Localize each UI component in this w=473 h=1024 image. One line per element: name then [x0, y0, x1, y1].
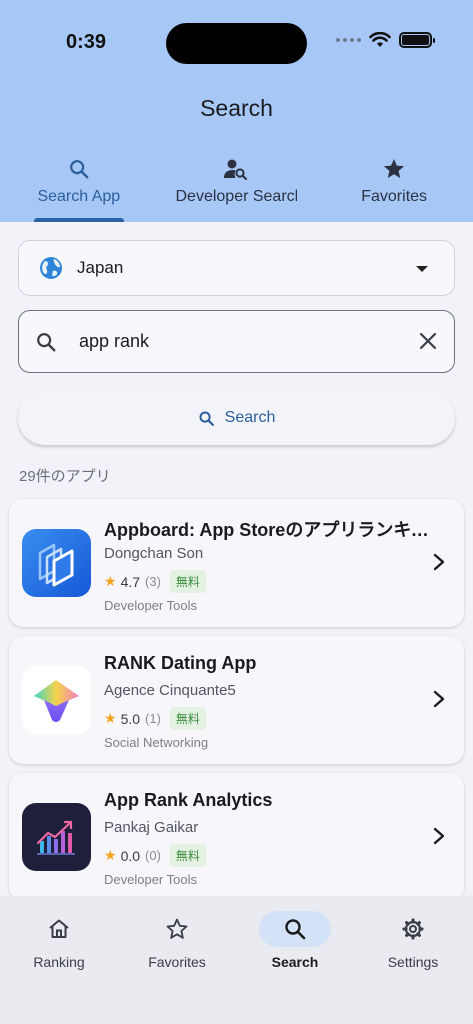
rating-value: 5.0 — [120, 710, 141, 727]
active-tab-indicator — [34, 218, 124, 222]
rating-star-icon: ★ — [104, 847, 117, 863]
search-input[interactable] — [79, 331, 399, 352]
page-title: Search — [200, 95, 273, 121]
app-rating: ★ 5.0 (1) 無料 — [104, 707, 206, 730]
app-category: Developer Tools — [104, 872, 197, 887]
app-name: RANK Dating App — [104, 653, 257, 673]
search-button-label: Search — [224, 409, 276, 426]
nav-settings[interactable]: Settings — [354, 911, 472, 970]
app-category: Social Networking — [104, 735, 209, 750]
chevron-right-icon — [433, 690, 445, 708]
nav-label: Ranking — [33, 954, 85, 970]
tab-bar: Search App Developer Search Favorites — [0, 150, 473, 222]
person-search-icon — [224, 159, 248, 180]
app-name: App Rank Analytics — [104, 790, 273, 810]
tab-search-app[interactable]: Search App — [0, 150, 158, 222]
app-developer: Pankaj Gaikar — [104, 819, 199, 836]
tab-favorites[interactable]: Favorites — [315, 150, 473, 222]
rating-star-icon: ★ — [104, 573, 117, 589]
result-count: 29件のアプリ — [19, 468, 111, 485]
app-developer: Agence Cinquante5 — [104, 682, 236, 699]
price-badge: 無料 — [169, 570, 206, 593]
bottom-nav: Ranking Favorites Search Settings — [0, 896, 473, 1024]
app-name: Appboard: App Storeのアプリランキング — [104, 520, 434, 540]
rating-count: (1) — [145, 711, 161, 726]
dropdown-arrow-icon — [416, 266, 428, 272]
chevron-right-icon — [433, 553, 445, 571]
search-icon — [69, 160, 89, 179]
nav-ranking[interactable]: Ranking — [0, 911, 118, 970]
rating-value: 4.7 — [120, 573, 141, 590]
rating-count: (0) — [145, 848, 161, 863]
rating-count: (3) — [145, 574, 161, 589]
dynamic-island — [166, 23, 307, 64]
home-icon — [49, 919, 69, 938]
nav-label: Search — [271, 954, 319, 970]
app-card[interactable]: RANK Dating App Agence Cinquante5 ★ 5.0 … — [9, 636, 464, 764]
search-icon — [285, 919, 306, 940]
tab-label: Search App — [37, 188, 121, 205]
country-label: Japan — [77, 258, 124, 277]
nav-search[interactable]: Search — [236, 911, 354, 970]
wifi-icon — [369, 32, 391, 47]
battery-icon — [399, 32, 435, 48]
gear-icon — [402, 918, 424, 940]
search-icon — [37, 332, 56, 351]
star-icon — [384, 159, 405, 178]
search-button[interactable]: Search — [18, 391, 455, 445]
app-rating: ★ 4.7 (3) 無料 — [104, 570, 206, 593]
app-header: 0:39 Search Search App Developer Search … — [0, 0, 473, 222]
search-field[interactable] — [18, 310, 455, 373]
status-icons — [336, 32, 435, 48]
app-icon — [22, 803, 91, 871]
app-developer: Dongchan Son — [104, 545, 204, 562]
app-card[interactable]: Appboard: App Storeのアプリランキング Dongchan So… — [9, 499, 464, 627]
clear-icon[interactable] — [418, 331, 438, 351]
globe-icon — [40, 257, 62, 279]
rating-star-icon: ★ — [104, 710, 117, 726]
tab-developer-search[interactable]: Developer Search — [158, 150, 316, 222]
chevron-right-icon — [433, 827, 445, 845]
tab-label: Favorites — [361, 188, 428, 205]
status-time: 0:39 — [66, 31, 107, 53]
nav-label: Favorites — [148, 954, 206, 970]
app-category: Developer Tools — [104, 598, 197, 613]
price-badge: 無料 — [169, 707, 206, 730]
star-outline-icon — [166, 918, 188, 939]
app-icon — [22, 529, 91, 597]
app-card[interactable]: App Rank Analytics Pankaj Gaikar ★ 0.0 (… — [9, 773, 464, 901]
nav-favorites[interactable]: Favorites — [118, 911, 236, 970]
price-badge: 無料 — [169, 844, 206, 867]
app-icon — [22, 666, 91, 734]
tab-label: Developer Search — [175, 188, 298, 205]
search-icon — [199, 410, 214, 426]
signal-icon — [336, 38, 361, 42]
nav-label: Settings — [387, 954, 439, 970]
country-select[interactable]: Japan — [18, 240, 455, 296]
rating-value: 0.0 — [120, 847, 141, 864]
app-rating: ★ 0.0 (0) 無料 — [104, 844, 206, 867]
